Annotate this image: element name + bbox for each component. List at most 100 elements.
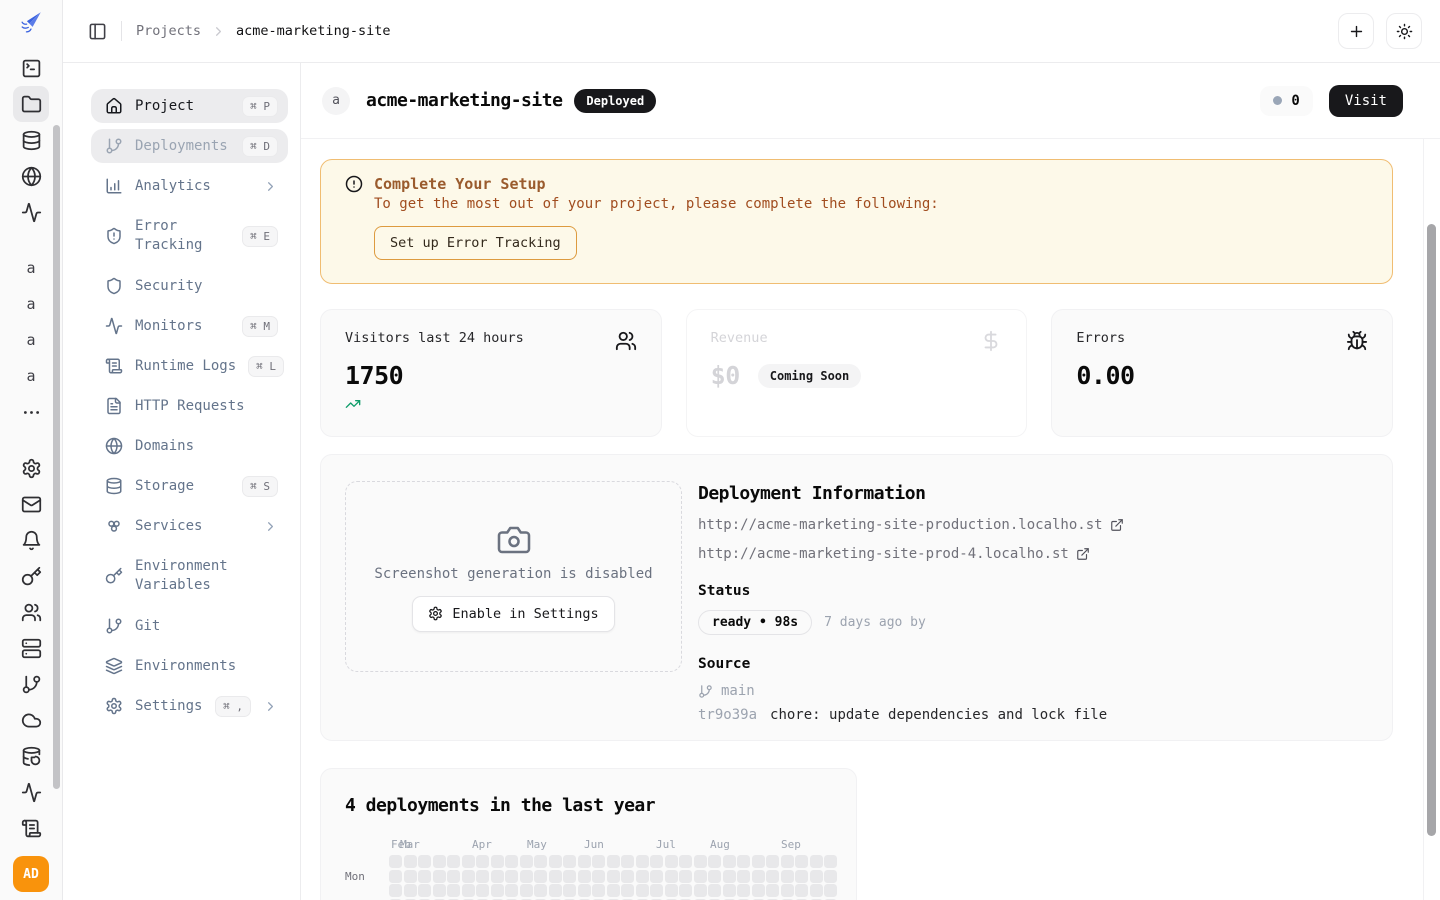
shield-icon xyxy=(105,277,123,295)
sidebar-item-environment-variables[interactable]: Environment Variables xyxy=(91,549,288,603)
sidebar-item-git[interactable]: Git xyxy=(91,609,288,643)
heatmap-cell xyxy=(795,884,808,897)
sidebar-item-label: Settings xyxy=(135,697,203,716)
shortcut-badge: ⌘ M xyxy=(242,316,278,337)
heatmap-cell xyxy=(766,855,779,868)
heatmap-cell xyxy=(505,855,518,868)
shortcut-badge: ⌘ , xyxy=(215,696,251,717)
sidebar-item-label: Environments xyxy=(135,657,278,676)
source-heading: Source xyxy=(698,656,1368,672)
heatmap-cell xyxy=(723,855,736,868)
rail-project-avatar[interactable]: a xyxy=(13,250,49,286)
rail-project-avatar[interactable]: a xyxy=(13,358,49,394)
breadcrumb-projects[interactable]: Projects xyxy=(136,23,201,39)
sidebar-item-deployments[interactable]: Deployments⌘ D xyxy=(91,129,288,163)
key-icon[interactable] xyxy=(13,558,49,594)
banner-description: To get the most out of your project, ple… xyxy=(374,196,1368,212)
sidebar-item-runtime-logs[interactable]: Runtime Logs⌘ L xyxy=(91,349,288,383)
sidebar-item-label: Project xyxy=(135,97,230,116)
rail-project-avatar[interactable]: a xyxy=(13,322,49,358)
home-icon xyxy=(105,97,123,115)
heatmap-cell xyxy=(621,855,634,868)
heatmap-cell xyxy=(476,855,489,868)
trending-up-icon xyxy=(345,396,361,412)
sidebar-item-services[interactable]: Services xyxy=(91,509,288,543)
heatmap-cell xyxy=(810,870,823,883)
sidebar-item-project[interactable]: Project⌘ P xyxy=(91,89,288,123)
heatmap-cell xyxy=(607,884,620,897)
sidebar-item-label: Runtime Logs xyxy=(135,357,236,376)
activity-icon[interactable] xyxy=(13,774,49,810)
sidebar-item-analytics[interactable]: Analytics xyxy=(91,169,288,203)
heatmap-cell xyxy=(404,855,417,868)
heatmap-cell xyxy=(737,870,750,883)
screenshot-placeholder: Screenshot generation is disabled Enable… xyxy=(345,481,682,672)
rail-scrollbar-thumb[interactable] xyxy=(53,125,60,789)
heatmap-cell xyxy=(665,884,678,897)
enable-in-settings-label: Enable in Settings xyxy=(452,606,598,622)
server-icon[interactable] xyxy=(13,630,49,666)
setup-error-tracking-button[interactable]: Set up Error Tracking xyxy=(374,226,577,260)
heatmap-row xyxy=(389,855,832,868)
heatmap-cell xyxy=(505,870,518,883)
heatmap-cell xyxy=(491,870,504,883)
heatmap-cell xyxy=(592,855,605,868)
sidebar-item-monitors[interactable]: Monitors⌘ M xyxy=(91,309,288,343)
screenshot-message: Screenshot generation is disabled xyxy=(374,566,652,582)
heatmap-cell xyxy=(810,884,823,897)
heatmap-cell xyxy=(520,870,533,883)
sidebar-item-error-tracking[interactable]: Error Tracking⌘ E xyxy=(91,209,288,263)
bug-icon xyxy=(1346,330,1368,352)
deployment-card: Screenshot generation is disabled Enable… xyxy=(320,454,1393,741)
sidebar-item-storage[interactable]: Storage⌘ S xyxy=(91,469,288,503)
theme-toggle-button[interactable] xyxy=(1386,13,1422,49)
main-scrollbar-track[interactable] xyxy=(1423,139,1440,900)
url-text: http://acme-marketing-site-production.lo… xyxy=(698,517,1103,533)
alert-circle-icon xyxy=(345,175,363,193)
sidebar-item-security[interactable]: Security xyxy=(91,269,288,303)
ellipsis-icon[interactable] xyxy=(13,394,49,430)
database-icon[interactable] xyxy=(13,122,49,158)
user-avatar[interactable]: AD xyxy=(13,856,49,892)
mail-icon[interactable] xyxy=(13,486,49,522)
scroll-text-icon[interactable] xyxy=(13,810,49,846)
visit-button[interactable]: Visit xyxy=(1329,85,1403,117)
sidebar-item-label: Environment Variables xyxy=(135,557,278,595)
status-pill: ready • 98s xyxy=(698,610,812,635)
cloud-icon[interactable] xyxy=(13,702,49,738)
settings-icon[interactable] xyxy=(13,450,49,486)
heatmap-cell xyxy=(607,855,620,868)
rail-project-avatar[interactable]: a xyxy=(13,286,49,322)
app-logo-rocket-icon[interactable] xyxy=(15,6,47,38)
source-branch: main xyxy=(698,683,1368,699)
main-scrollbar-thumb[interactable] xyxy=(1427,224,1436,836)
sidebar-toggle-icon[interactable] xyxy=(83,17,111,45)
heatmap-cell xyxy=(636,855,649,868)
status-badge: Deployed xyxy=(574,89,656,113)
enable-in-settings-button[interactable]: Enable in Settings xyxy=(412,596,614,632)
sidebar-item-http-requests[interactable]: HTTP Requests xyxy=(91,389,288,423)
database-backup-icon[interactable] xyxy=(13,738,49,774)
project-avatar: a xyxy=(322,87,350,115)
activity-icon[interactable] xyxy=(13,194,49,230)
users-icon[interactable] xyxy=(13,594,49,630)
counter-value: 0 xyxy=(1291,93,1299,109)
deployment-url-link[interactable]: http://acme-marketing-site-production.lo… xyxy=(698,517,1368,533)
counter-pill[interactable]: 0 xyxy=(1260,86,1312,116)
heatmap-cell xyxy=(447,884,460,897)
heatmap-cell xyxy=(650,855,663,868)
git-branch-icon[interactable] xyxy=(13,666,49,702)
square-terminal-icon[interactable] xyxy=(13,50,49,86)
heatmap-cell xyxy=(636,870,649,883)
sidebar-item-label: Domains xyxy=(135,437,278,456)
sidebar-item-settings[interactable]: Settings ⌘ , xyxy=(91,689,288,723)
globe-icon[interactable] xyxy=(13,158,49,194)
sidebar-item-domains[interactable]: Domains xyxy=(91,429,288,463)
bell-icon[interactable] xyxy=(13,522,49,558)
heatmap-cell xyxy=(795,870,808,883)
sidebar-item-environments[interactable]: Environments xyxy=(91,649,288,683)
deployment-url-link[interactable]: http://acme-marketing-site-prod-4.localh… xyxy=(698,546,1368,562)
add-button[interactable] xyxy=(1338,13,1374,49)
folder-icon[interactable] xyxy=(13,86,49,122)
heatmap-cell xyxy=(549,855,562,868)
